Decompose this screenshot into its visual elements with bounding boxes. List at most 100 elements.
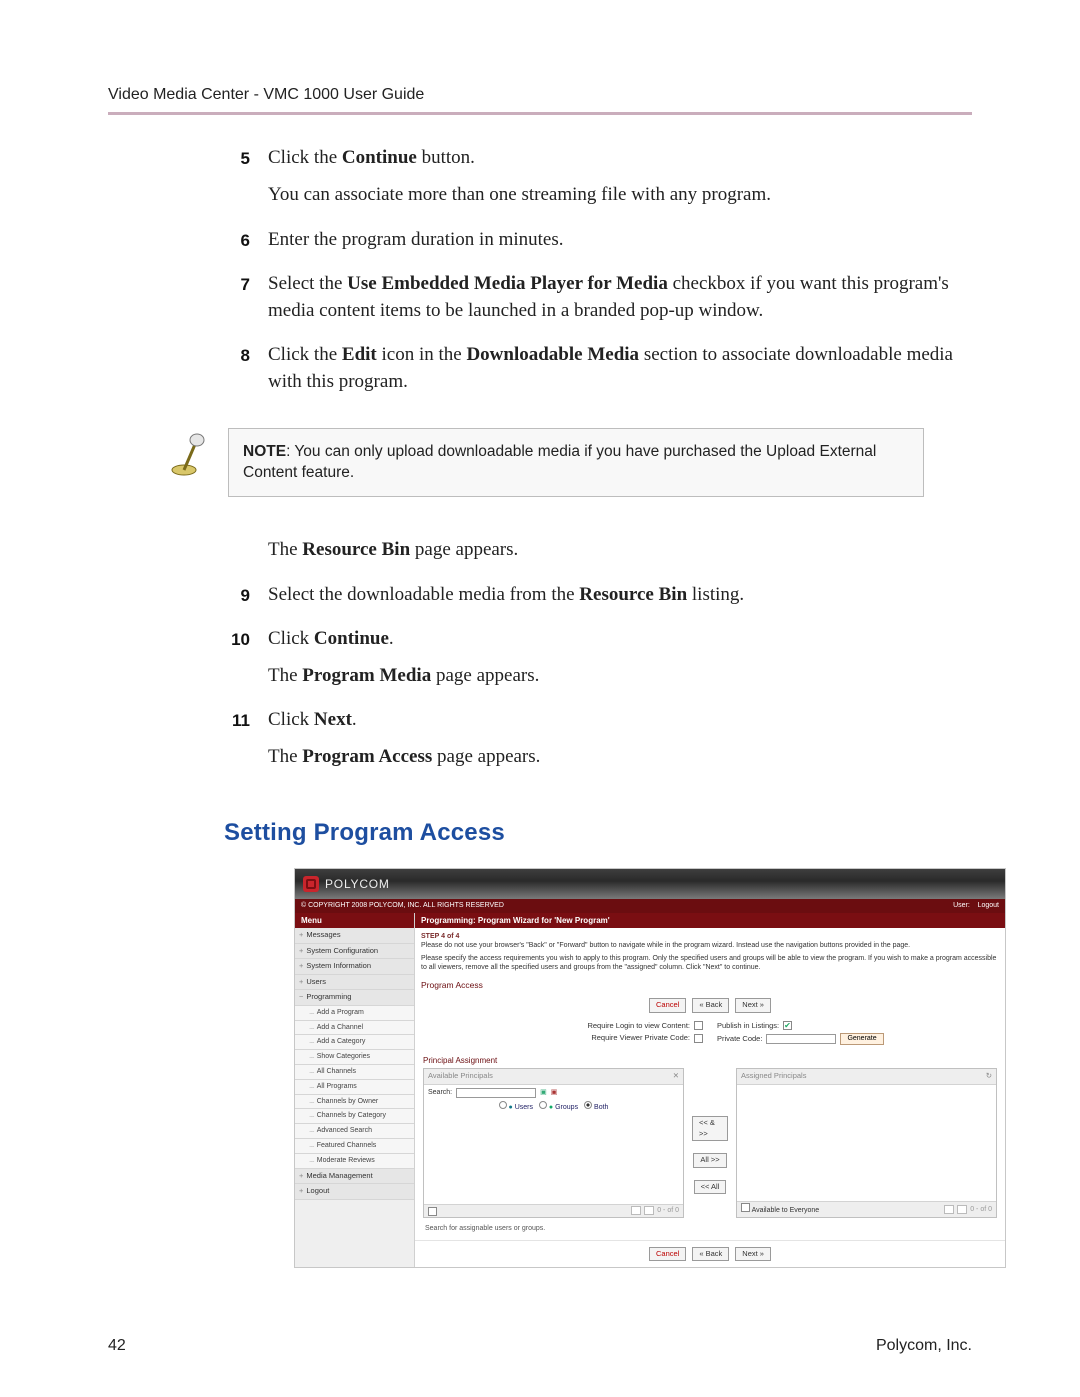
wizard-title: Programming: Program Wizard for 'New Pro… bbox=[415, 913, 1005, 928]
menu-subitem[interactable]: .....Channels by Category bbox=[295, 1109, 414, 1124]
menu-subitem[interactable]: .....Advanced Search bbox=[295, 1124, 414, 1139]
step-9: 9 Select the downloadable media from the… bbox=[224, 582, 972, 619]
private-code-input[interactable] bbox=[766, 1034, 836, 1044]
step-6: 6 Enter the program duration in minutes. bbox=[224, 227, 972, 264]
step-continuation: The Resource Bin page appears. bbox=[224, 537, 972, 574]
available-everyone-label: Available to Everyone bbox=[752, 1207, 820, 1214]
search-hint: Search for assignable users or groups. bbox=[415, 1222, 1005, 1240]
menu-item[interactable]: +Media Management bbox=[295, 1169, 414, 1185]
select-all-checkbox[interactable] bbox=[741, 1203, 750, 1212]
menu-item[interactable]: +Users bbox=[295, 975, 414, 991]
menu-item[interactable]: +Messages bbox=[295, 928, 414, 944]
step-number: 11 bbox=[224, 707, 250, 780]
header-rule bbox=[108, 112, 972, 115]
step-text: Select the downloadable media from the R… bbox=[268, 582, 744, 609]
section-heading: Setting Program Access bbox=[224, 816, 972, 850]
step-number: 8 bbox=[224, 342, 250, 405]
menu-item[interactable]: −Programming bbox=[295, 990, 414, 1006]
field-label: Require Viewer Private Code: bbox=[591, 1033, 690, 1044]
back-button[interactable]: « Back bbox=[692, 998, 729, 1013]
transfer-buttons: << & >> All >> << All bbox=[692, 1068, 728, 1218]
groups-radio[interactable] bbox=[539, 1101, 547, 1109]
step-number: 7 bbox=[224, 271, 250, 334]
menu-subitem[interactable]: .....Channels by Owner bbox=[295, 1095, 414, 1110]
search-input[interactable] bbox=[456, 1088, 536, 1098]
move-selected-button[interactable]: << & >> bbox=[692, 1116, 728, 1141]
menu-item[interactable]: +Logout bbox=[295, 1184, 414, 1200]
field-label: Require Login to view Content: bbox=[587, 1021, 690, 1032]
expand-icon[interactable]: ✕ bbox=[673, 1071, 679, 1082]
next-button[interactable]: Next » bbox=[735, 998, 771, 1013]
require-private-code-checkbox[interactable] bbox=[694, 1034, 703, 1043]
step-text: The Program Access page appears. bbox=[268, 744, 540, 771]
menu-subitem[interactable]: .....Featured Channels bbox=[295, 1139, 414, 1154]
step-text: You can associate more than one streamin… bbox=[268, 182, 771, 209]
step-text: Select the Use Embedded Media Player for… bbox=[268, 271, 972, 324]
refresh-icon[interactable]: ↻ bbox=[986, 1071, 992, 1082]
menu-title: Menu bbox=[295, 913, 414, 928]
step-number: 10 bbox=[224, 626, 250, 699]
step-7: 7 Select the Use Embedded Media Player f… bbox=[224, 271, 972, 334]
search-go-icon[interactable]: ▣ bbox=[540, 1088, 547, 1098]
pager-prev-icon[interactable] bbox=[944, 1205, 954, 1214]
polycom-logo-icon bbox=[303, 876, 319, 892]
running-head: Video Media Center - VMC 1000 User Guide bbox=[108, 84, 972, 106]
wizard-warning: Please do not use your browser's "Back" … bbox=[415, 942, 1005, 955]
menu-subitem[interactable]: .....Add a Program bbox=[295, 1006, 414, 1021]
screenshot-banner: POLYCOM bbox=[295, 869, 1005, 899]
assigned-principals-pane: Assigned Principals ↻ Available to Everyo… bbox=[736, 1068, 997, 1218]
back-button[interactable]: « Back bbox=[692, 1247, 729, 1262]
copyright-text: © COPYRIGHT 2008 POLYCOM, INC. ALL RIGHT… bbox=[301, 901, 504, 911]
logout-link[interactable]: Logout bbox=[978, 902, 999, 909]
program-access-title: Program Access bbox=[415, 978, 1005, 994]
step-8: 8 Click the Edit icon in the Downloadabl… bbox=[224, 342, 972, 405]
menu-item[interactable]: +System Configuration bbox=[295, 944, 414, 960]
wizard-desc: Please specify the access requirements y… bbox=[415, 955, 1005, 979]
cancel-button[interactable]: Cancel bbox=[649, 998, 686, 1013]
step-5: 5 Click the Continue button. You can ass… bbox=[224, 145, 972, 218]
next-button[interactable]: Next » bbox=[735, 1247, 771, 1262]
note-callout: NOTE: You can only upload downloadable m… bbox=[164, 428, 924, 497]
field-label: Private Code: bbox=[717, 1034, 762, 1045]
move-all-left-button[interactable]: << All bbox=[694, 1180, 727, 1195]
step-11: 11 Click Next. The Program Access page a… bbox=[224, 707, 972, 780]
step-number: 5 bbox=[224, 145, 250, 218]
available-principals-pane: Available Principals✕ Search: ▣ ▣ ● User… bbox=[423, 1068, 684, 1218]
menu-item[interactable]: +System Information bbox=[295, 959, 414, 975]
publish-listings-checkbox[interactable] bbox=[783, 1021, 792, 1030]
menu-subitem[interactable]: .....Add a Channel bbox=[295, 1021, 414, 1036]
move-all-right-button[interactable]: All >> bbox=[693, 1153, 726, 1168]
both-radio[interactable] bbox=[584, 1101, 592, 1109]
search-label: Search: bbox=[428, 1088, 452, 1098]
step-text: Click Next. bbox=[268, 707, 540, 734]
cancel-button[interactable]: Cancel bbox=[649, 1247, 686, 1262]
pager-text: 0 - of 0 bbox=[657, 1206, 679, 1216]
pager-next-icon[interactable] bbox=[957, 1205, 967, 1214]
menu-subitem[interactable]: .....All Channels bbox=[295, 1065, 414, 1080]
step-text: Enter the program duration in minutes. bbox=[268, 227, 563, 254]
users-radio[interactable] bbox=[499, 1101, 507, 1109]
screenshot-sidemenu: Menu +Messages +System Configuration +Sy… bbox=[295, 913, 415, 1267]
user-label: User: bbox=[953, 902, 970, 909]
search-clear-icon[interactable]: ▣ bbox=[551, 1088, 558, 1098]
page-number: 42 bbox=[108, 1335, 126, 1357]
note-box: NOTE: You can only upload downloadable m… bbox=[228, 428, 924, 497]
pager-next-icon[interactable] bbox=[644, 1206, 654, 1215]
embedded-screenshot: POLYCOM © COPYRIGHT 2008 POLYCOM, INC. A… bbox=[294, 868, 1006, 1268]
select-all-checkbox[interactable] bbox=[428, 1207, 437, 1216]
step-text: The Program Media page appears. bbox=[268, 663, 539, 690]
pane-header: Assigned Principals bbox=[741, 1071, 806, 1082]
pushpin-icon bbox=[164, 432, 212, 480]
menu-subitem[interactable]: .....Moderate Reviews bbox=[295, 1154, 414, 1169]
step-text: Click Continue. bbox=[268, 626, 539, 653]
step-text: Click the Continue button. bbox=[268, 145, 771, 172]
field-label: Publish in Listings: bbox=[717, 1021, 779, 1032]
principal-assignment-title: Principal Assignment bbox=[415, 1053, 1005, 1068]
pager-prev-icon[interactable] bbox=[631, 1206, 641, 1215]
pane-header: Available Principals bbox=[428, 1071, 493, 1082]
menu-subitem[interactable]: .....Show Categories bbox=[295, 1050, 414, 1065]
menu-subitem[interactable]: .....Add a Category bbox=[295, 1035, 414, 1050]
menu-subitem[interactable]: .....All Programs bbox=[295, 1080, 414, 1095]
generate-button[interactable]: Generate bbox=[840, 1033, 883, 1045]
require-login-checkbox[interactable] bbox=[694, 1021, 703, 1030]
